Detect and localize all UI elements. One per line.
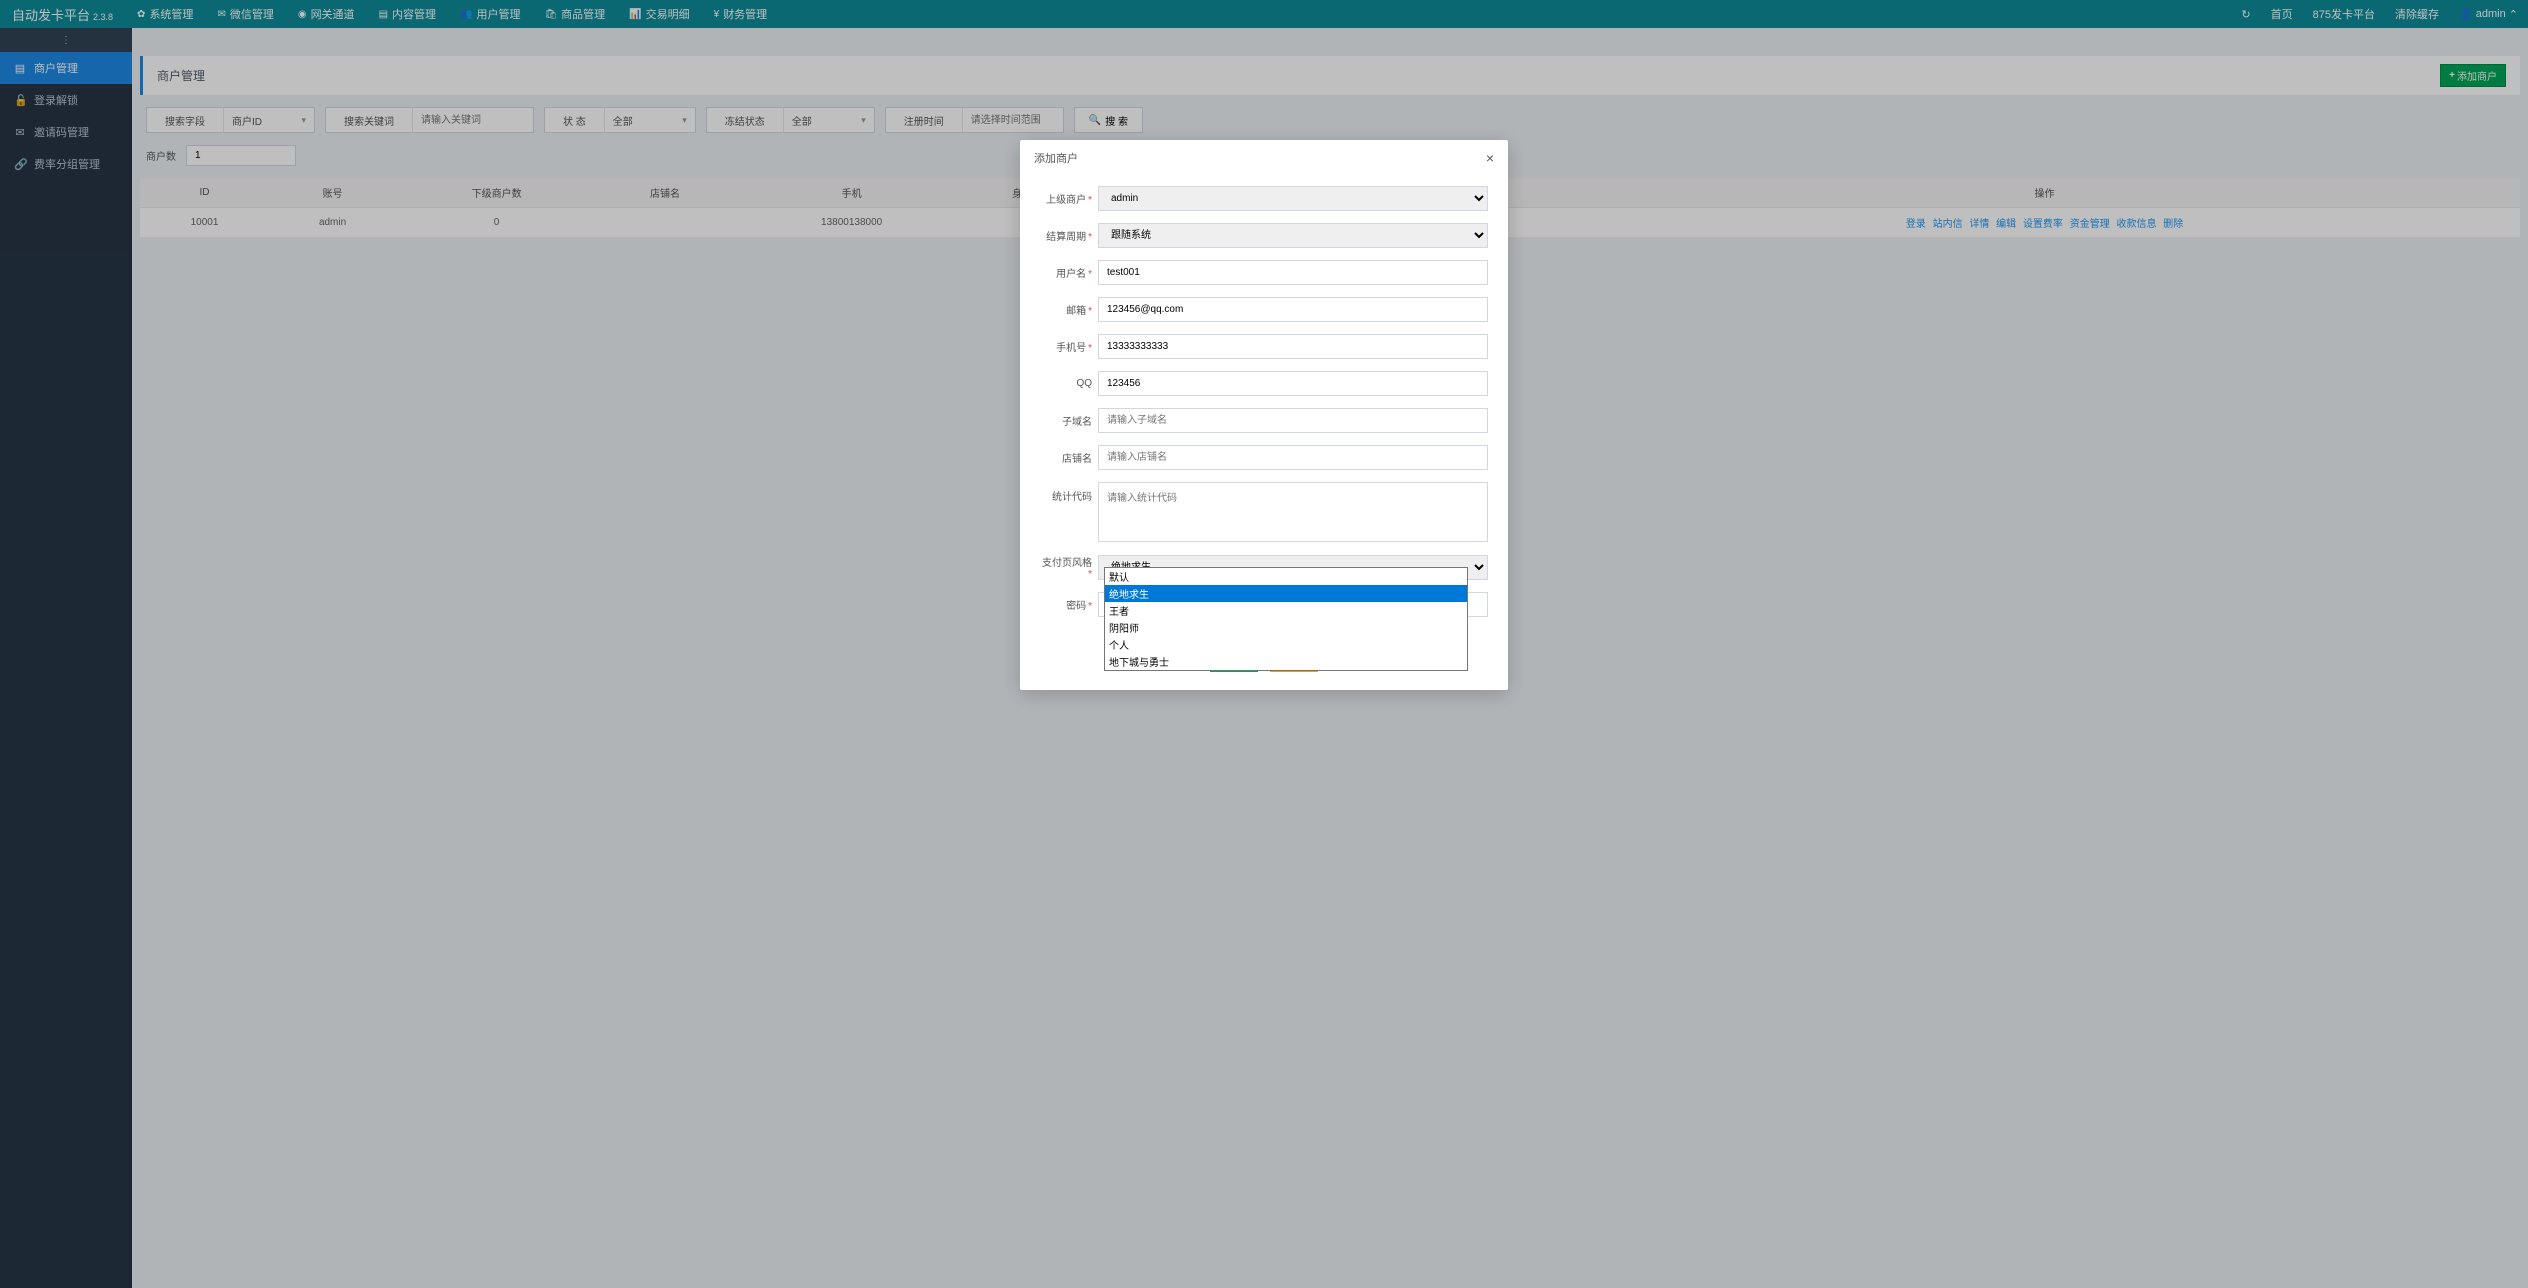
username-input[interactable] [1098, 260, 1488, 285]
modal-close-button[interactable]: × [1486, 150, 1494, 166]
option-dnf[interactable]: 地下城与勇士 [1105, 653, 1467, 670]
paystyle-dropdown: 默认 绝地求生 王者 阴阳师 个人 地下城与勇士 [1104, 567, 1468, 671]
modal-body: 上级商户 admin 结算周期 跟随系统 用户名 邮箱 手机号 QQ 子域名 店… [1020, 176, 1508, 639]
label-username: 用户名 [1040, 265, 1098, 280]
label-qq: QQ [1040, 378, 1098, 389]
shopname-input[interactable] [1098, 445, 1488, 470]
mobile-input[interactable] [1098, 334, 1488, 359]
label-paystyle: 支付页风格 [1040, 554, 1098, 580]
label-statcode: 统计代码 [1040, 482, 1098, 503]
option-personal[interactable]: 个人 [1105, 636, 1467, 653]
settle-select[interactable]: 跟随系统 [1098, 223, 1488, 248]
qq-input[interactable] [1098, 371, 1488, 396]
label-settle: 结算周期 [1040, 228, 1098, 243]
option-pubg[interactable]: 绝地求生 [1105, 585, 1467, 602]
modal-title: 添加商户 [1034, 150, 1078, 166]
option-default[interactable]: 默认 [1105, 568, 1467, 585]
option-onmyoji[interactable]: 阴阳师 [1105, 619, 1467, 636]
label-email: 邮箱 [1040, 302, 1098, 317]
parent-select[interactable]: admin [1098, 186, 1488, 211]
label-parent: 上级商户 [1040, 191, 1098, 206]
email-input[interactable] [1098, 297, 1488, 322]
statcode-input[interactable] [1098, 482, 1488, 542]
label-subdomain: 子域名 [1040, 413, 1098, 428]
label-shopname: 店铺名 [1040, 450, 1098, 465]
subdomain-input[interactable] [1098, 408, 1488, 433]
label-mobile: 手机号 [1040, 339, 1098, 354]
label-password: 密码 [1040, 597, 1098, 612]
option-king[interactable]: 王者 [1105, 602, 1467, 619]
add-merchant-modal: 添加商户 × 上级商户 admin 结算周期 跟随系统 用户名 邮箱 手机号 Q… [1020, 140, 1508, 690]
modal-header: 添加商户 × [1020, 140, 1508, 176]
